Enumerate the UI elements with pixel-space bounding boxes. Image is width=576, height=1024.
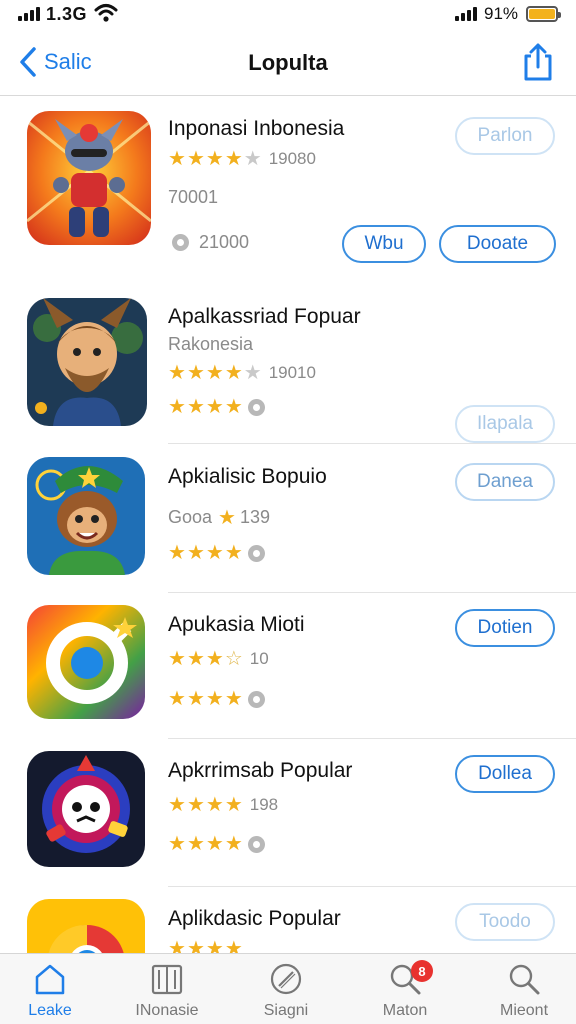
- app-icon: [27, 111, 151, 245]
- rating-count: 19080: [268, 149, 316, 168]
- rating: ★ ★ ★ ★ 198: [168, 794, 279, 816]
- navigation-bar: Salic Lopulta: [0, 30, 576, 96]
- tab-leake[interactable]: Leake: [0, 960, 100, 1022]
- app-list: Inponasi Inbonesia ★ ★ ★ ★ ★ 19080 70001 210…: [0, 97, 576, 953]
- app-name: Apkialisic Bopuio: [168, 465, 327, 488]
- app-icon: [27, 298, 147, 426]
- app-name: Inponasi Inbonesia: [168, 117, 345, 140]
- rating: ★ ★ ★ ★: [168, 834, 265, 854]
- notification-badge: 8: [411, 960, 433, 982]
- info-icon: [247, 690, 265, 708]
- book-icon: [151, 964, 183, 995]
- app-name: Aplikdasic Popular: [168, 907, 341, 930]
- cellular-signal-icon: [455, 7, 479, 21]
- tab-label: INonasie: [135, 1002, 199, 1019]
- home-icon: [35, 964, 65, 995]
- meta-value: 21000: [199, 232, 250, 252]
- donate-button[interactable]: Dooate: [439, 225, 556, 263]
- status-bar: 1.3G 91%: [0, 0, 576, 30]
- rating: ★ ★ ★ ★: [168, 938, 243, 953]
- cellular-signal-icon: [18, 7, 42, 21]
- tab-inonasie[interactable]: INonasie: [117, 960, 217, 1022]
- tab-label: Maton: [382, 1002, 428, 1019]
- share-icon[interactable]: [520, 42, 556, 82]
- rating-count: 10: [249, 649, 269, 668]
- info-icon: [247, 544, 265, 562]
- battery-percent: 91%: [484, 4, 519, 23]
- get-button[interactable]: Toodo: [455, 903, 555, 941]
- info-icon: [247, 835, 265, 853]
- rating: ★ ★ ★ ★: [168, 397, 265, 417]
- list-item[interactable]: Apkialisic Bopuio Gooа ★ 139 ★ ★ ★ ★ Danea: [0, 445, 576, 593]
- rating: ★ ★ ★ ★ ★ 19010: [168, 362, 316, 384]
- secondary-button[interactable]: Wbu: [342, 225, 426, 263]
- wifi-icon: [94, 4, 118, 22]
- list-item[interactable]: Apalkassriad Fopuar Rakonesia ★ ★ ★ ★ ★ 1901…: [0, 287, 576, 445]
- get-button[interactable]: Ilapala: [455, 405, 555, 443]
- battery-icon: [526, 6, 561, 22]
- app-icon: [27, 605, 145, 719]
- tab-siagni[interactable]: Siagni: [236, 960, 336, 1022]
- app-name: Apkrrimsab Popular: [168, 759, 353, 782]
- list-item[interactable]: Apkrrimsab Popular ★ ★ ★ ★ 198 ★ ★ ★ ★ Dollea: [0, 739, 576, 887]
- app-subtitle: Rakonesia: [168, 334, 254, 354]
- compass-icon: [270, 963, 302, 995]
- app-subtitle: 70001: [168, 187, 219, 207]
- rating-count: 19010: [268, 363, 316, 382]
- app-icon: [27, 751, 145, 867]
- get-button[interactable]: Danea: [455, 463, 555, 501]
- divider: [168, 443, 576, 444]
- get-button[interactable]: Dotien: [455, 609, 555, 647]
- rating: ★ ★ ★ ☆ 10: [168, 648, 269, 670]
- info-icon: [247, 398, 265, 416]
- list-item[interactable]: Inponasi Inbonesia ★ ★ ★ ★ ★ 19080 70001 210…: [0, 97, 576, 287]
- tab-mieont[interactable]: Mieont: [474, 960, 574, 1022]
- tab-label: Leake: [28, 1002, 72, 1019]
- search-icon: [509, 964, 540, 995]
- rating-count: 198: [249, 795, 279, 814]
- page-title: Lopulta: [248, 50, 328, 75]
- tab-maton[interactable]: 8 Maton: [355, 960, 455, 1022]
- rating: ★ ★ ★ ★: [168, 543, 265, 563]
- info-icon: [172, 234, 189, 251]
- app-name: Apukasia Mioti: [168, 613, 305, 636]
- tab-bar: Leake INonasie Siagni 8 Maton Mieont: [0, 953, 576, 1024]
- tab-label: Siagni: [263, 1002, 309, 1019]
- app-subtitle: Gooа ★ 139: [168, 506, 271, 529]
- rating-count: 139: [239, 507, 271, 527]
- tab-label: Mieont: [499, 1002, 549, 1019]
- app-meta: 21000: [168, 232, 249, 253]
- list-item[interactable]: Apukasia Mioti ★ ★ ★ ☆ 10 ★ ★ ★ ★ Dotien: [0, 593, 576, 739]
- rating: ★ ★ ★ ★: [168, 689, 265, 709]
- app-icon: [27, 899, 145, 953]
- app-icon: [27, 457, 145, 575]
- list-item[interactable]: Aplikdasic Popular ★ ★ ★ ★ Toodo: [0, 887, 576, 953]
- get-button[interactable]: Parlon: [455, 117, 555, 155]
- get-button[interactable]: Dollea: [455, 755, 555, 793]
- rating: ★ ★ ★ ★ ★ 19080: [168, 148, 316, 170]
- app-name: Apalkassriad Fopuar: [168, 305, 361, 328]
- carrier-label: 1.3G: [46, 4, 88, 24]
